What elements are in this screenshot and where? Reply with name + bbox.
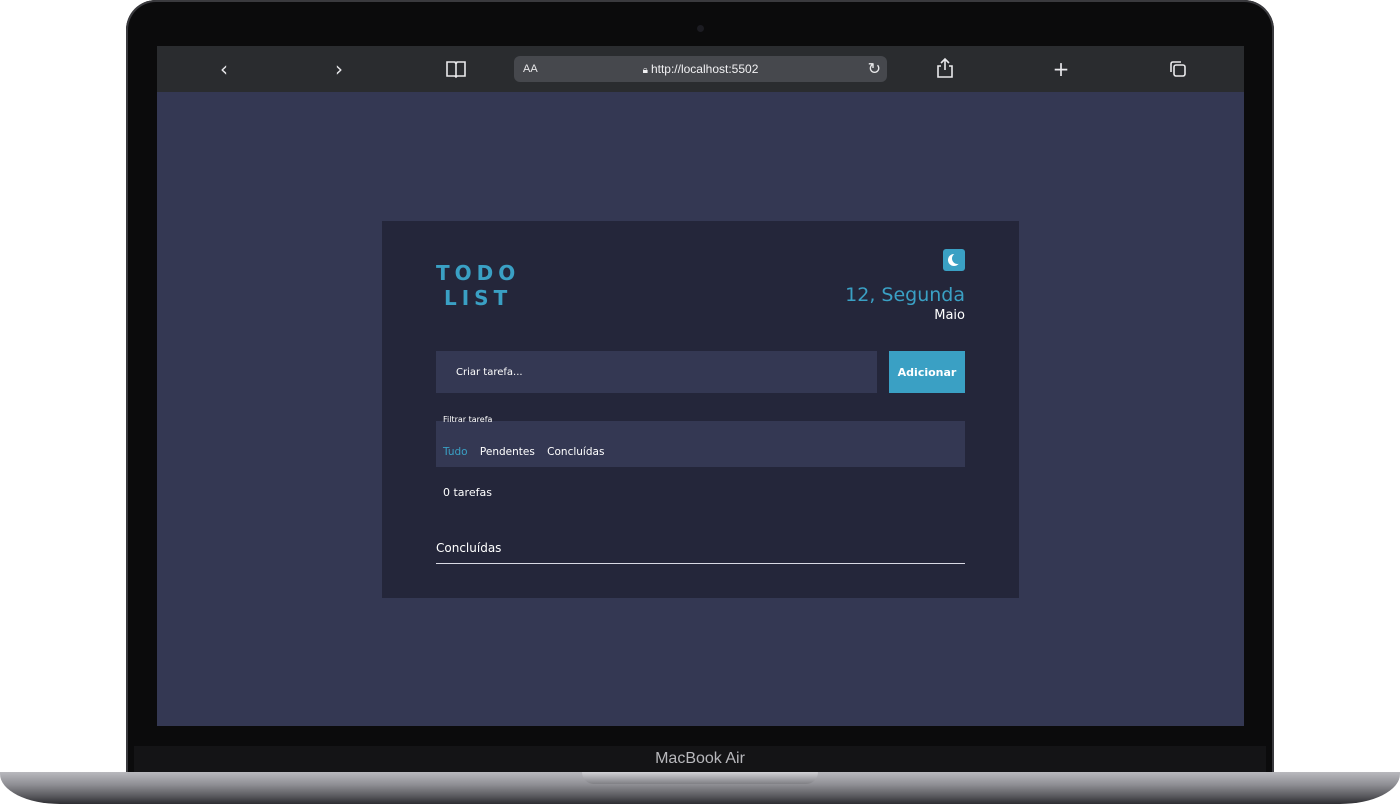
logo-line-2: LIST (444, 286, 513, 310)
camera-icon (697, 25, 704, 32)
todo-card: TODO LIST 12, Segunda Maio Adicionar Fil… (382, 221, 1019, 598)
address-bar[interactable]: AA 🔒︎ http://localhost:5502 ↻ (514, 56, 887, 82)
date-month: Maio (934, 308, 965, 323)
task-count: 0 tarefas (443, 486, 492, 499)
tabs-icon[interactable] (1163, 57, 1193, 81)
reload-icon[interactable]: ↻ (868, 56, 881, 82)
screen: ‹ › AA 🔒︎ http://localhost:5502 ↻ + TODO … (157, 46, 1244, 726)
lock-icon: 🔒︎ (642, 65, 648, 76)
url-text: http://localhost:5502 (650, 62, 759, 76)
logo-line-1: TODO (436, 261, 521, 285)
url-field[interactable]: 🔒︎ http://localhost:5502 (514, 56, 887, 82)
laptop-hinge-notch (582, 772, 818, 784)
completed-section-title: Concluídas (436, 541, 502, 555)
book-icon[interactable] (441, 57, 471, 81)
chevron-left-icon[interactable]: ‹ (209, 57, 239, 81)
share-icon[interactable] (930, 57, 960, 81)
filter-completed[interactable]: Concluídas (547, 446, 604, 458)
date-day: 12, Segunda (845, 284, 965, 306)
filter-label: Filtrar tarefa (443, 415, 493, 424)
completed-divider (436, 563, 965, 564)
filter-options: Tudo Pendentes Concluídas (443, 446, 613, 458)
add-task-button[interactable]: Adicionar (889, 351, 965, 393)
filter-box: Filtrar tarefa Tudo Pendentes Concluídas (436, 415, 965, 467)
chevron-right-icon[interactable]: › (324, 57, 354, 81)
theme-toggle-button[interactable] (943, 249, 965, 271)
app-logo: TODO LIST (436, 261, 520, 311)
browser-toolbar: ‹ › AA 🔒︎ http://localhost:5502 ↻ + (157, 46, 1244, 92)
device-label: MacBook Air (655, 750, 745, 767)
filter-pending[interactable]: Pendentes (480, 446, 535, 458)
filter-all[interactable]: Tudo (443, 446, 468, 458)
task-input[interactable] (436, 351, 877, 393)
plus-icon[interactable]: + (1046, 57, 1076, 81)
